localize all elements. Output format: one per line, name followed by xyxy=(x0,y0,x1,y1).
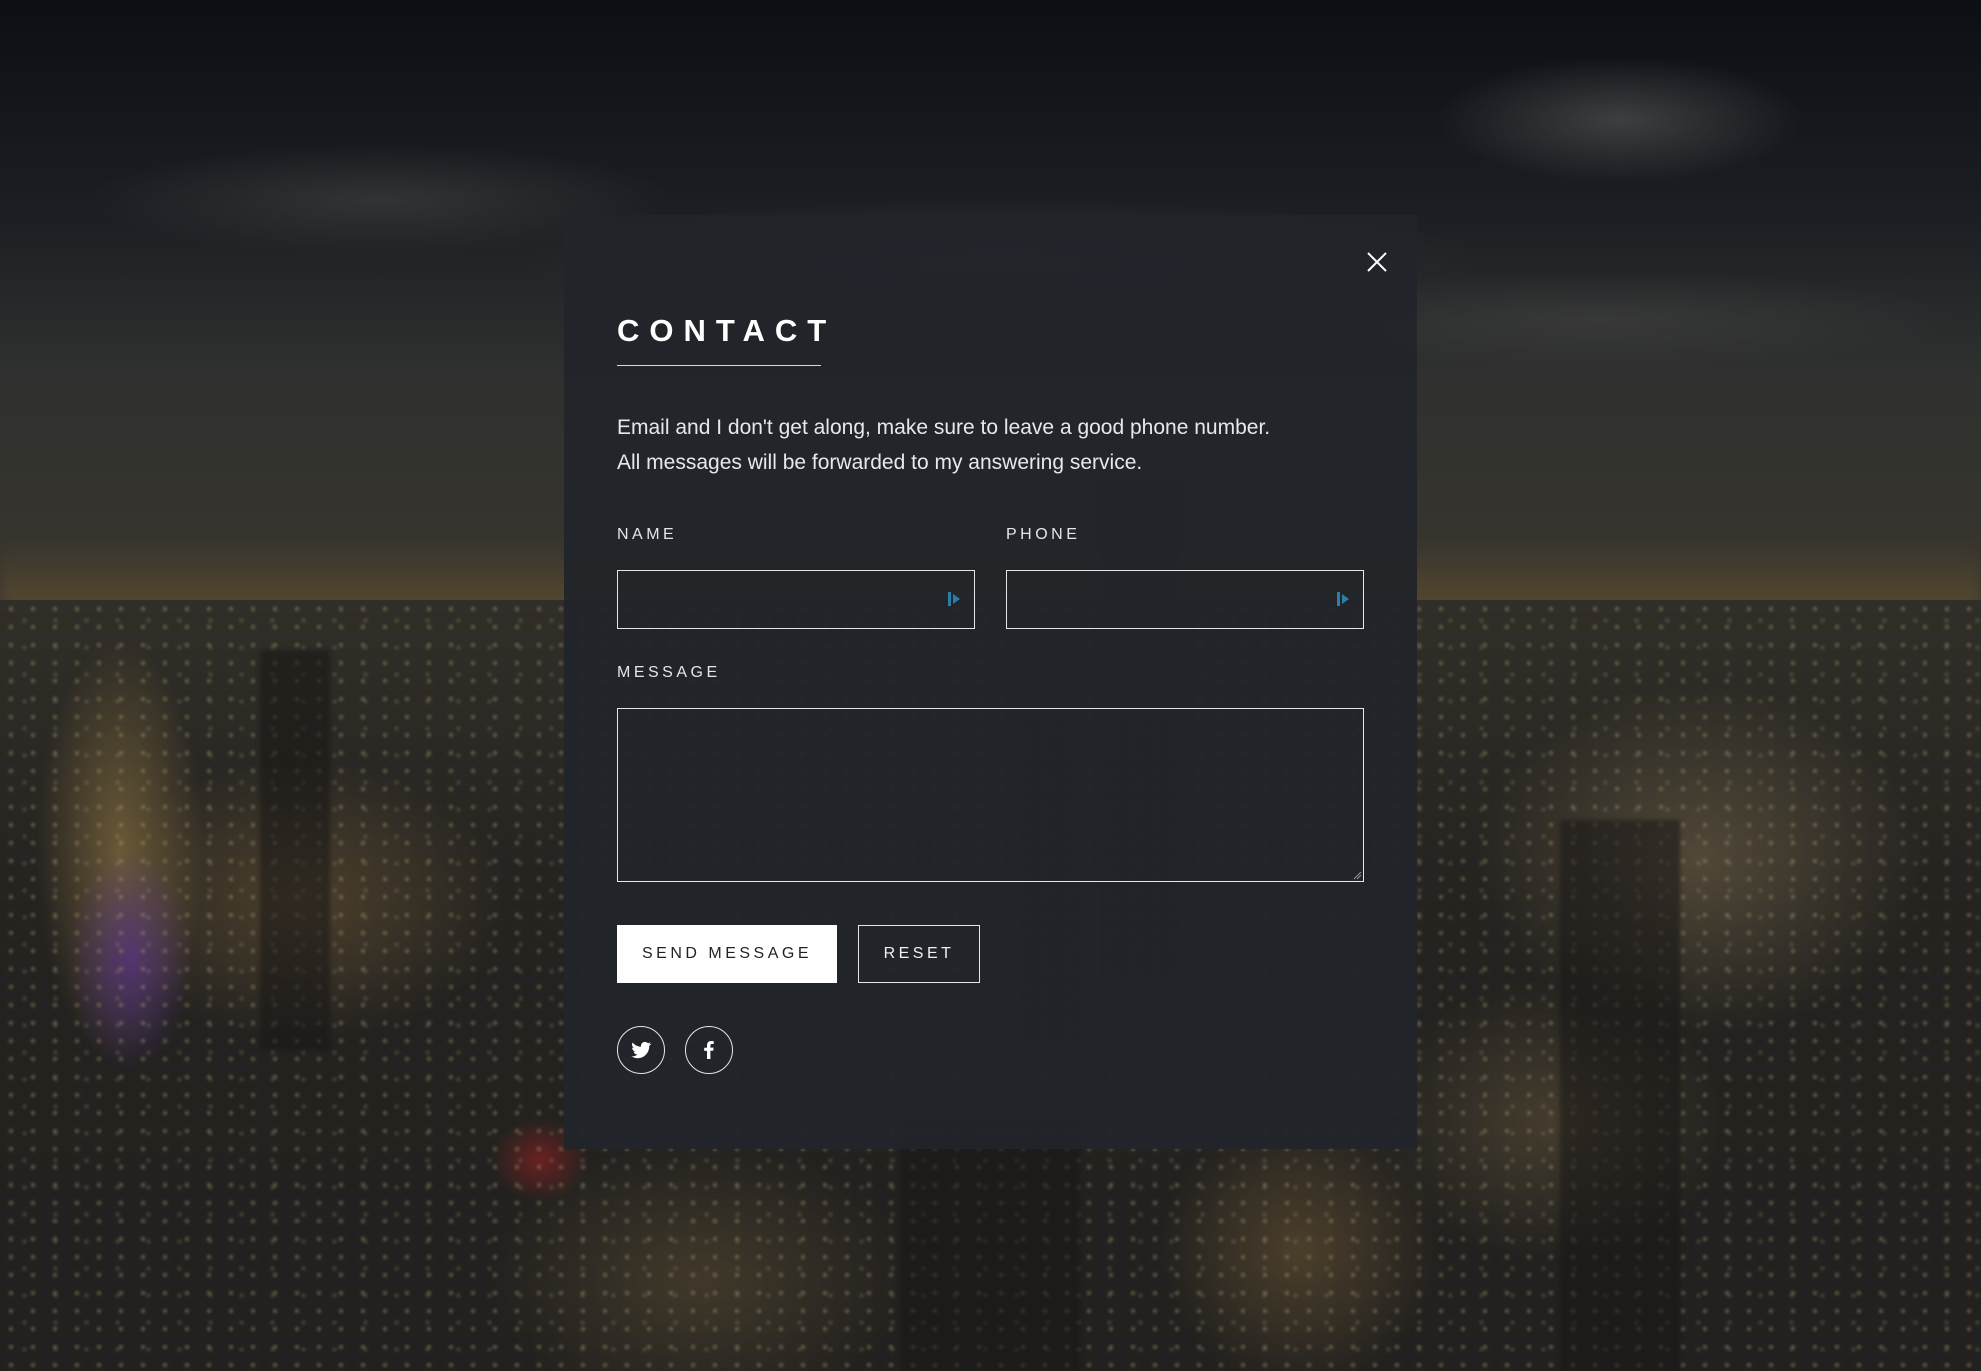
name-label: NAME xyxy=(617,526,678,543)
intro-line: All messages will be forwarded to my ans… xyxy=(617,451,1143,474)
contact-modal: CONTACT Email and I don't get along, mak… xyxy=(564,215,1417,1149)
message-field[interactable] xyxy=(617,708,1364,882)
intro-line: Email and I don't get along, make sure t… xyxy=(617,416,1271,439)
close-button[interactable] xyxy=(1360,245,1394,279)
close-icon xyxy=(1367,252,1387,272)
facebook-link[interactable] xyxy=(685,1026,733,1074)
facebook-icon xyxy=(704,1041,714,1059)
autofill-key-icon[interactable] xyxy=(1336,590,1350,608)
page-title: CONTACT xyxy=(617,313,837,348)
message-field-wrap xyxy=(617,708,1364,882)
twitter-icon xyxy=(631,1041,652,1059)
resize-handle-icon[interactable] xyxy=(1352,870,1362,880)
intro-text: Email and I don't get along, make sure t… xyxy=(617,410,1317,480)
autofill-key-icon[interactable] xyxy=(947,590,961,608)
reset-button[interactable]: RESET xyxy=(858,925,980,983)
twitter-link[interactable] xyxy=(617,1026,665,1074)
name-field[interactable] xyxy=(617,570,975,629)
phone-field[interactable] xyxy=(1006,570,1364,629)
name-field-wrap xyxy=(617,570,975,629)
phone-label: PHONE xyxy=(1006,526,1081,543)
title-underline xyxy=(617,365,821,366)
phone-field-wrap xyxy=(1006,570,1364,629)
send-message-button[interactable]: SEND MESSAGE xyxy=(617,925,837,983)
message-label: MESSAGE xyxy=(617,664,721,681)
